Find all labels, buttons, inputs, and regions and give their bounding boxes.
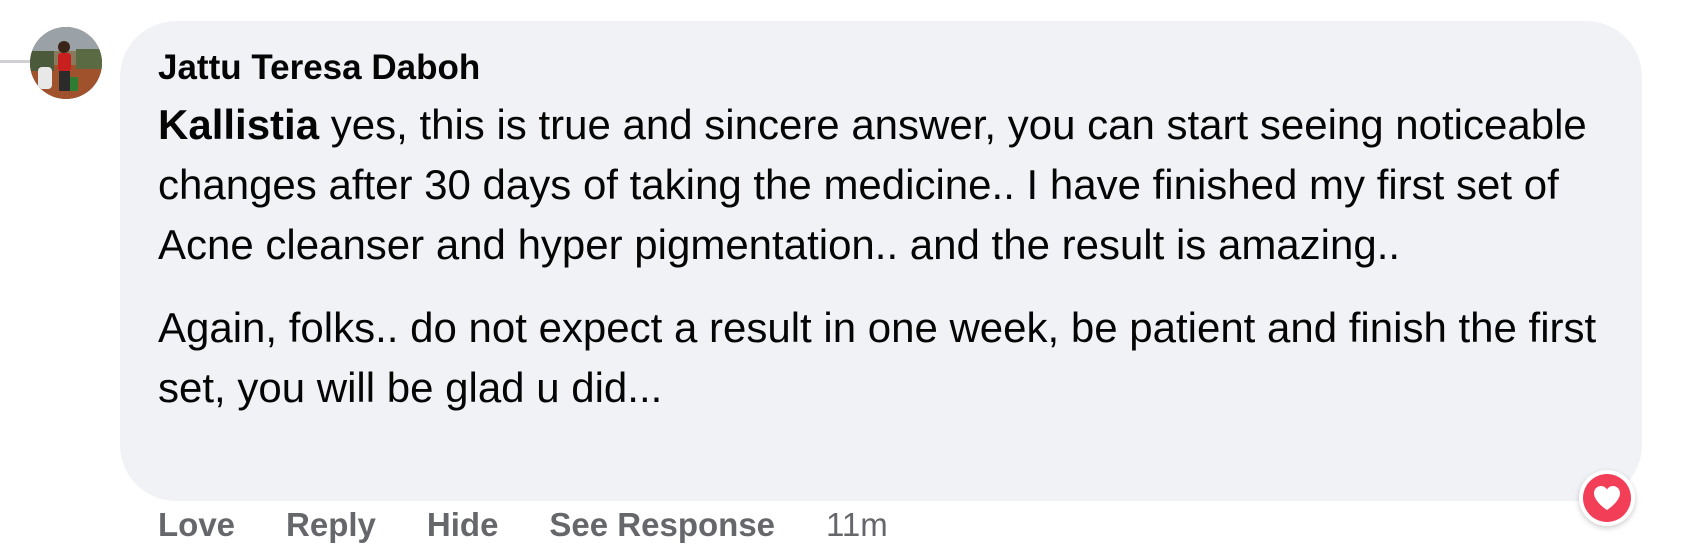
avatar[interactable] (30, 27, 102, 99)
comment-paragraph-1: Kallistia yes, this is true and sincere … (158, 95, 1628, 275)
see-response-button[interactable]: See Response (549, 506, 775, 544)
comment-paragraph-2: Again, folks.. do not expect a result in… (158, 304, 1597, 411)
heart-icon (1583, 474, 1631, 522)
comment-author[interactable]: Jattu Teresa Daboh (158, 48, 480, 88)
hide-button[interactable]: Hide (427, 506, 499, 544)
thread-connector-line (0, 60, 30, 63)
reaction-badge[interactable] (1579, 470, 1635, 526)
avatar-photo (30, 27, 102, 99)
comment-paragraph-1-text: yes, this is true and sincere answer, yo… (158, 101, 1587, 268)
reply-button[interactable]: Reply (286, 506, 376, 544)
comment-actions: Love Reply Hide See Response 11m (158, 506, 888, 544)
love-button[interactable]: Love (158, 506, 235, 544)
comment-body: Kallistia yes, this is true and sincere … (158, 95, 1628, 418)
mention-link[interactable]: Kallistia (158, 101, 319, 148)
comment-timestamp[interactable]: 11m (826, 506, 888, 544)
